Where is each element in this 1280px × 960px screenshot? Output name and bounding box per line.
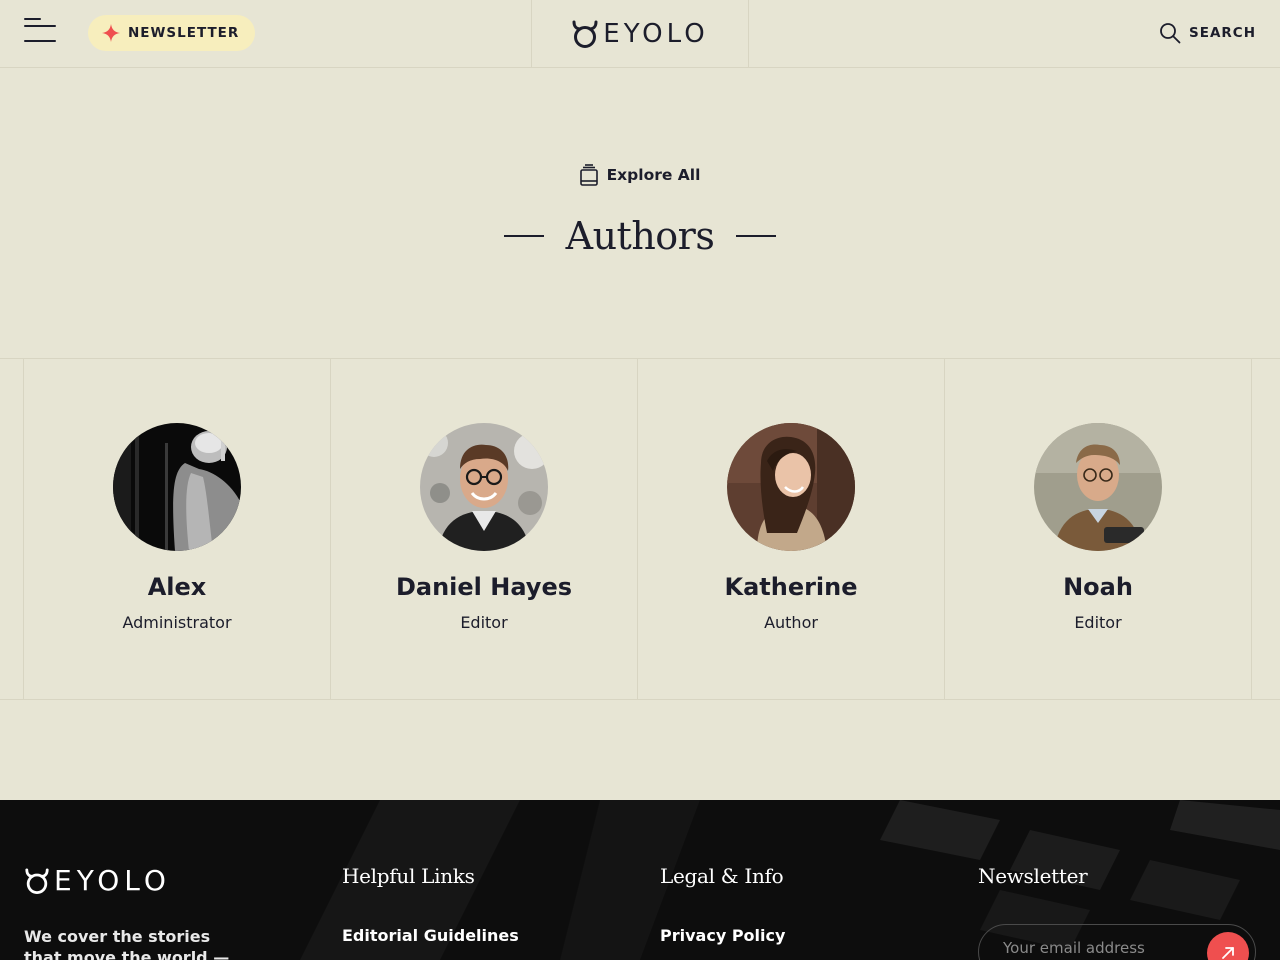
author-card-alex[interactable]: Alex Administrator [23,359,330,700]
subscribe-button[interactable] [1207,932,1249,960]
search-button[interactable]: SEARCH [1159,22,1256,44]
author-role: Administrator [122,613,232,632]
author-role: Author [764,613,818,632]
author-role: Editor [460,613,508,632]
newsletter-heading: Newsletter [978,864,1088,888]
avatar[interactable] [113,423,241,551]
email-field[interactable] [1003,939,1193,957]
logo-text: EYOLO [603,19,709,49]
footer-logo[interactable]: EYOLO [24,864,171,897]
legal-info-heading: Legal & Info [660,864,784,888]
site-logo[interactable]: EYOLO [531,0,749,68]
author-card-daniel-hayes[interactable]: Daniel Hayes Editor [330,359,637,700]
author-name[interactable]: Alex [24,573,330,601]
page-title: Authors [565,214,715,258]
author-name[interactable]: Katherine [638,573,944,601]
footer-tagline: We cover the stories that move the world… [24,927,230,960]
editorial-guidelines-link[interactable]: Editorial Guidelines [342,926,519,945]
author-card-noah[interactable]: Noah Editor [944,359,1252,700]
bull-logo-icon [25,867,49,894]
newsletter-button[interactable]: NEWSLETTER [88,15,256,51]
author-name[interactable]: Noah [945,573,1251,601]
author-role: Editor [1074,613,1122,632]
author-card-katherine[interactable]: Katherine Author [637,359,944,700]
helpful-links-heading: Helpful Links [342,864,475,888]
stack-icon [579,164,598,186]
avatar[interactable] [420,423,548,551]
search-label: SEARCH [1189,25,1256,41]
search-icon [1160,23,1181,44]
sparkle-icon [102,24,120,42]
privacy-policy-link[interactable]: Privacy Policy [660,926,785,945]
title-dash-left [503,235,544,237]
hamburger-menu-icon[interactable] [24,18,58,44]
bull-logo-icon [572,20,598,48]
explore-all-label: Explore All [606,166,701,184]
explore-all-link[interactable]: Explore All [0,164,1280,186]
authors-grid: Alex Administrator Daniel Hayes Editor K… [0,358,1280,700]
site-footer: EYOLO We cover the stories that move the… [0,800,1280,960]
avatar[interactable] [1034,423,1162,551]
footer-logo-text: EYOLO [54,864,171,897]
newsletter-form [978,924,1256,960]
author-name[interactable]: Daniel Hayes [331,573,637,601]
avatar[interactable] [727,423,855,551]
section-title-row: Authors [0,214,1280,258]
arrow-up-right-icon [1222,947,1234,959]
newsletter-label: NEWSLETTER [128,25,240,41]
title-dash-right [736,235,777,237]
site-header: NEWSLETTER EYOLO SEARCH [0,0,1280,68]
